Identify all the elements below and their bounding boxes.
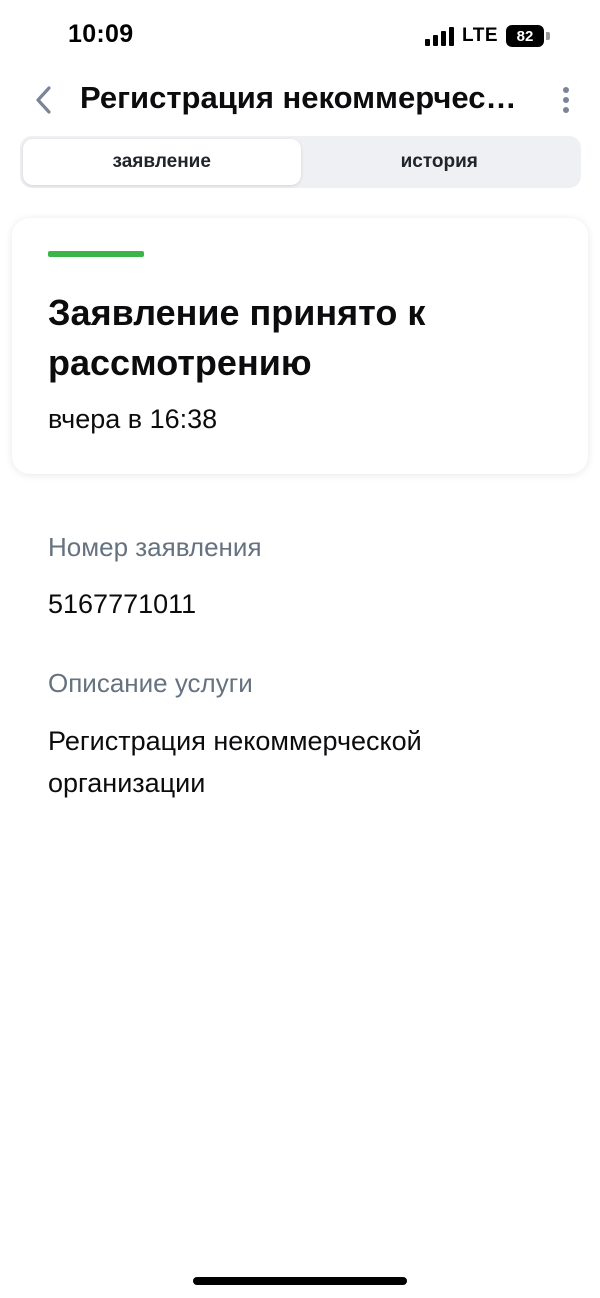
- navigation-bar: Регистрация некоммерческой организации: [0, 70, 600, 132]
- application-status-card: Заявление принято к рассмотрению вчера в…: [12, 218, 588, 474]
- application-number-label: Номер заявления: [48, 532, 262, 562]
- status-indicators: LTE 82: [425, 22, 550, 50]
- application-screen: 10:09 LTE 82 Регистрация некоммерческой …: [0, 0, 600, 1298]
- status-time: 10:09: [68, 20, 134, 48]
- more-options-button[interactable]: [558, 82, 574, 118]
- cellular-signal-icon: [425, 26, 455, 46]
- tab-application[interactable]: заявление: [23, 139, 301, 185]
- segmented-tabs: заявление история: [20, 136, 581, 188]
- network-type: LTE: [462, 25, 498, 46]
- service-description-label: Описание услуги: [48, 668, 253, 698]
- service-description-value: Регистрация некоммерческой организации: [48, 726, 422, 798]
- battery-level: 82: [506, 25, 544, 47]
- page-title: Регистрация некоммерческой организации: [80, 80, 520, 115]
- back-button[interactable]: [26, 82, 62, 118]
- chevron-left-icon: [36, 86, 51, 114]
- more-vertical-icon: [563, 87, 569, 93]
- battery-cap: [546, 32, 550, 40]
- status-bar: 10:09 LTE 82: [0, 0, 600, 70]
- battery-icon: 82: [506, 25, 550, 47]
- status-timestamp: вчера в 16:38: [48, 404, 218, 434]
- application-number-value: 5167771011: [48, 589, 197, 619]
- status-title: Заявление принято к рассмотрению: [48, 292, 426, 383]
- home-indicator[interactable]: [193, 1277, 407, 1285]
- tab-history[interactable]: история: [301, 139, 579, 185]
- status-indicator-bar: [48, 251, 144, 257]
